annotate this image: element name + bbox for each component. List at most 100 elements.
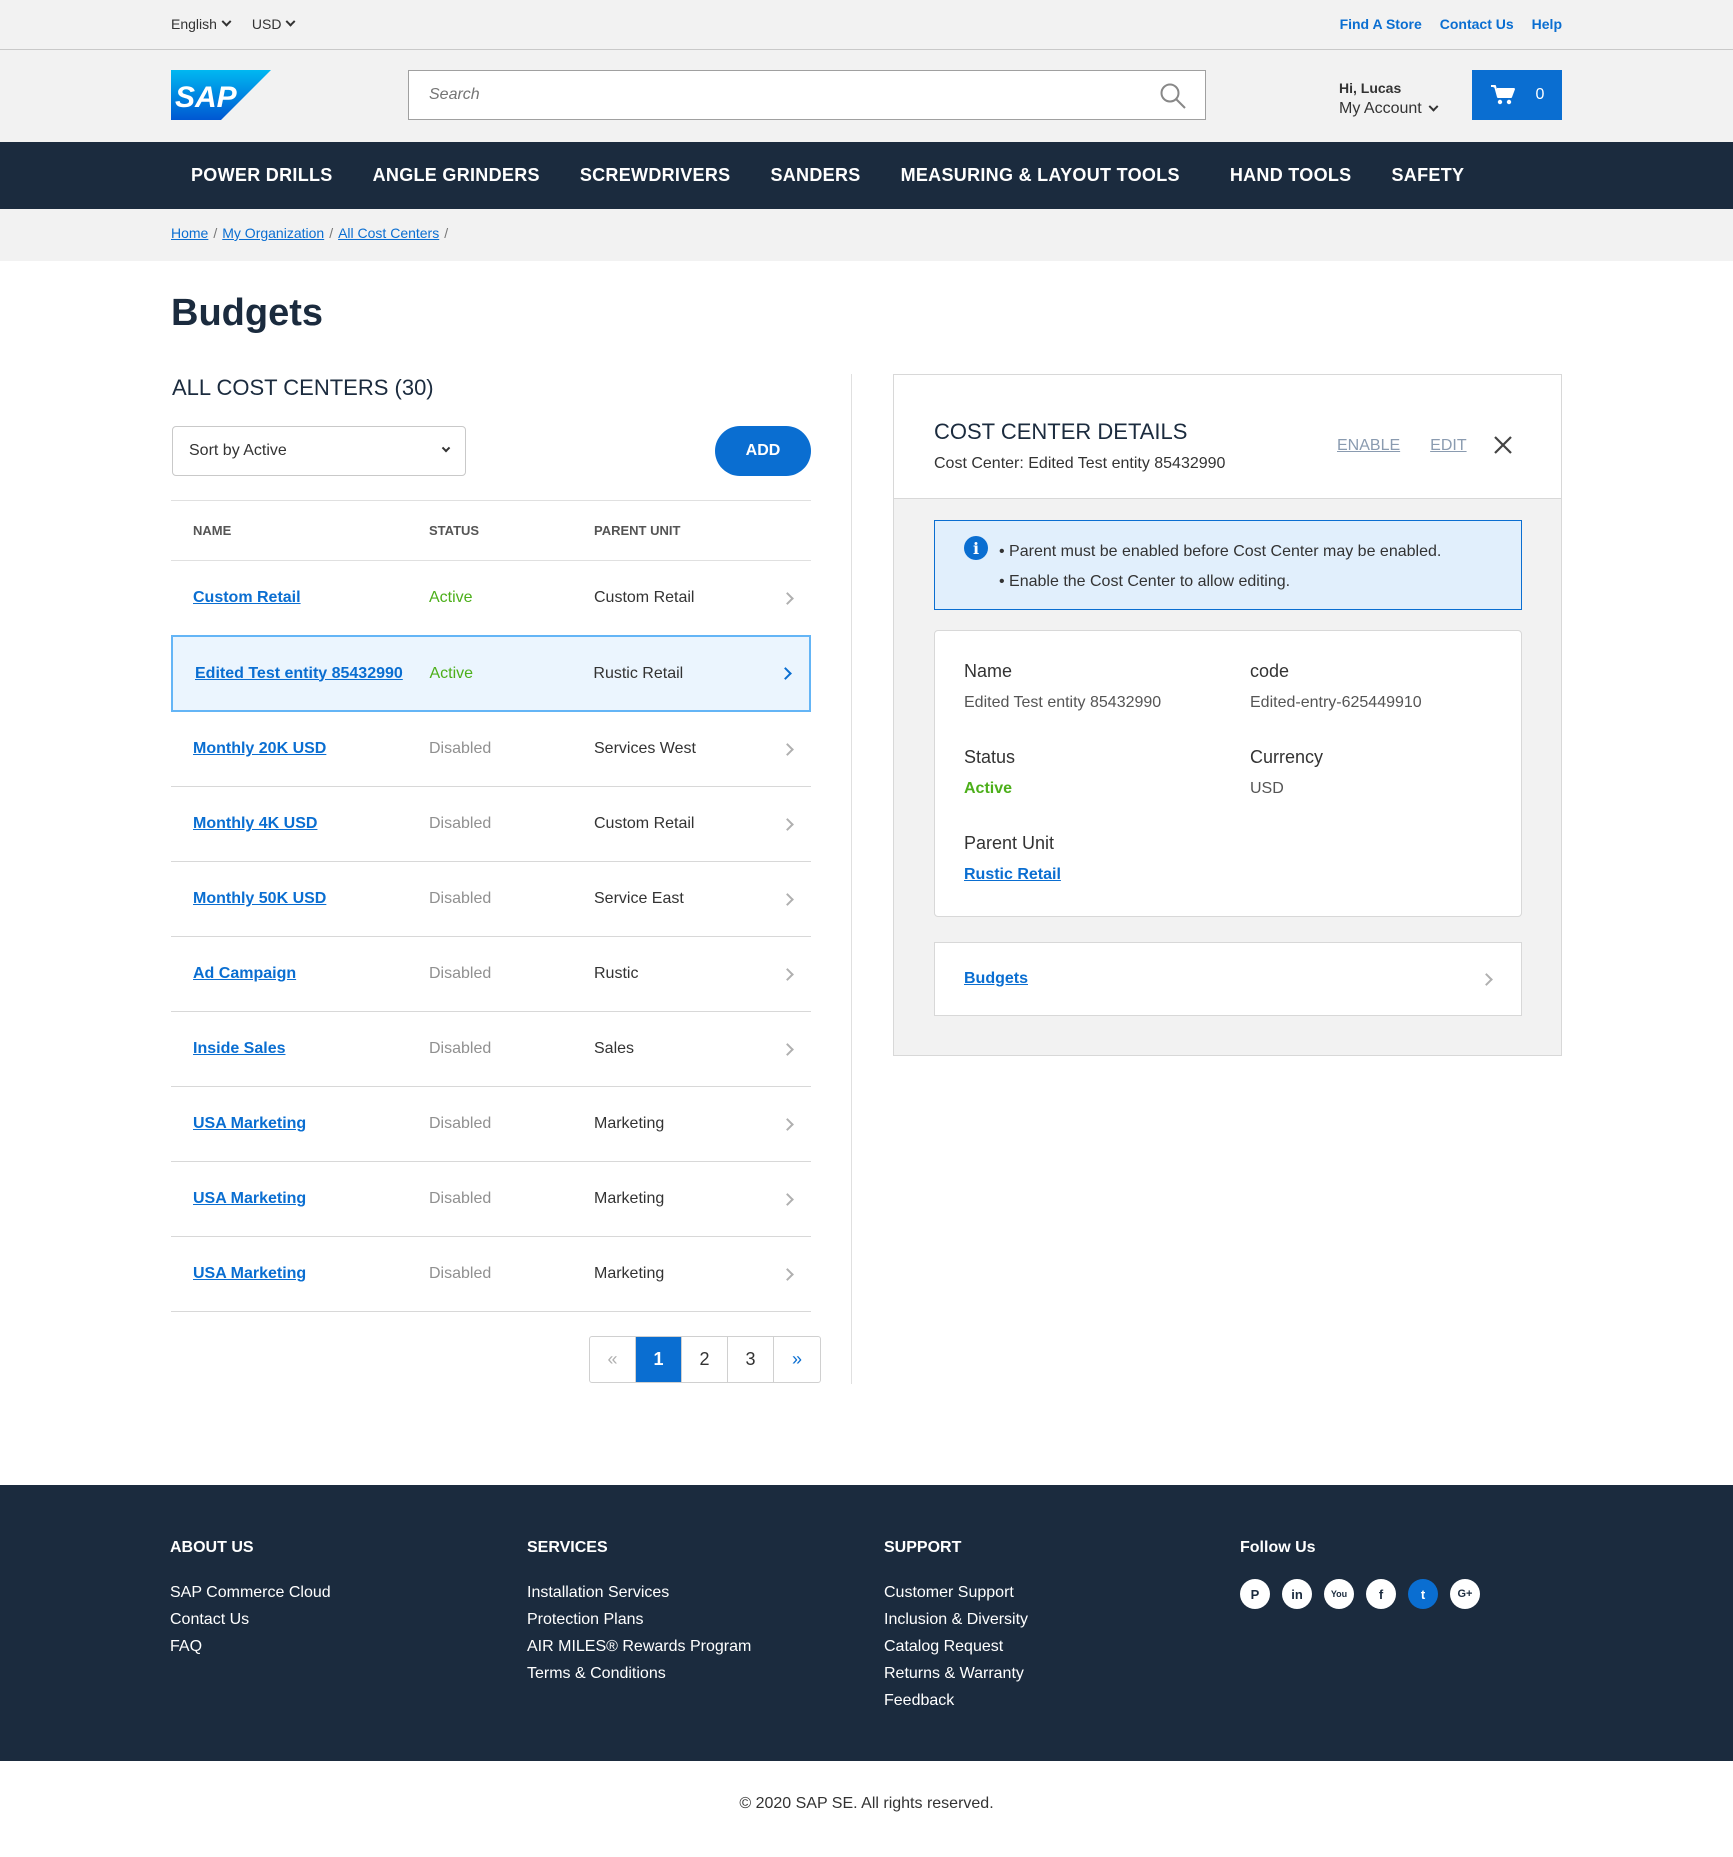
parent-unit-text: Rustic Retail [593,664,684,682]
nav-power-drills[interactable]: POWER DRILLS [171,165,353,186]
cart-count: 0 [1535,86,1545,103]
table-row[interactable]: Ad Campaign Disabled Rustic [171,937,811,1012]
chevron-right-icon [781,892,794,906]
copyright: © 2020 SAP SE. All rights reserved. [739,1795,994,1812]
table-header: NAME STATUS PARENT UNIT [171,500,811,561]
cost-center-link[interactable]: Edited Test entity 85432990 [195,665,403,682]
table-row[interactable]: Monthly 4K USD Disabled Custom Retail [171,787,811,862]
footer-link[interactable]: Installation Services [527,1579,751,1606]
find-store-link[interactable]: Find A Store [1340,16,1422,32]
footer-about: ABOUT US SAP Commerce Cloud Contact Us F… [170,1539,331,1660]
my-account-label: My Account [1339,100,1422,117]
parent-unit-text: Custom Retail [594,589,695,606]
parent-unit-link[interactable]: Rustic Retail [964,866,1061,884]
chevron-right-icon [781,1042,794,1056]
pagination-page-3[interactable]: 3 [728,1337,774,1382]
column-divider [851,374,852,1384]
chevron-down-icon [221,16,232,27]
language-selector[interactable]: English [171,16,232,32]
column-status[interactable]: STATUS [429,523,594,538]
chevron-right-icon [781,742,794,756]
status-text: Disabled [429,965,492,982]
search-input[interactable] [409,71,1205,119]
cart-button[interactable]: 0 [1472,70,1562,120]
footer-link[interactable]: AIR MILES® Rewards Program [527,1633,751,1660]
table-row[interactable]: Inside Sales Disabled Sales [171,1012,811,1087]
cost-center-link[interactable]: Custom Retail [193,589,301,606]
pagination-prev[interactable]: « [590,1337,636,1382]
footer-link[interactable]: Catalog Request [884,1633,1028,1660]
add-button[interactable]: ADD [715,426,811,476]
facebook-icon[interactable]: f [1366,1579,1396,1609]
cost-center-link[interactable]: USA Marketing [193,1265,306,1282]
cost-center-link[interactable]: Ad Campaign [193,965,296,982]
column-parent-unit[interactable]: PARENT UNIT [594,523,764,538]
youtube-icon[interactable]: You [1324,1579,1354,1609]
cost-center-link[interactable]: Inside Sales [193,1040,286,1057]
info-icon: i [964,536,988,560]
sort-select[interactable]: Sort by Active [172,426,466,476]
cost-center-link[interactable]: USA Marketing [193,1190,306,1207]
pagination-next[interactable]: » [774,1337,820,1382]
status-text: Disabled [429,1115,492,1132]
nav-measuring-layout-tools[interactable]: MEASURING & LAYOUT TOOLS [881,165,1210,186]
budgets-link-row[interactable]: Budgets [934,942,1522,1016]
table-row[interactable]: Monthly 20K USD Disabled Services West [171,712,811,787]
cost-center-link[interactable]: Monthly 20K USD [193,740,326,757]
cost-center-link[interactable]: USA Marketing [193,1115,306,1132]
footer-link[interactable]: Returns & Warranty [884,1660,1028,1687]
footer-link[interactable]: Contact Us [170,1606,331,1633]
edit-button[interactable]: EDIT [1430,437,1466,455]
close-icon[interactable] [1491,433,1515,457]
table-row[interactable]: USA Marketing Disabled Marketing [171,1162,811,1237]
table-row[interactable]: Edited Test entity 85432990 Active Rustic … [171,635,811,712]
chevron-right-icon [1480,972,1493,986]
pagination-page-1[interactable]: 1 [636,1337,682,1382]
footer-heading: SUPPORT [884,1539,962,1556]
footer-link[interactable]: Protection Plans [527,1606,751,1633]
budgets-link[interactable]: Budgets [964,970,1028,988]
breadcrumb-all-cost-centers[interactable]: All Cost Centers [338,225,439,241]
breadcrumb-home[interactable]: Home [171,225,208,241]
footer-support: SUPPORT Customer Support Inclusion & Div… [884,1539,1028,1714]
pagination-page-2[interactable]: 2 [682,1337,728,1382]
table-row[interactable]: Monthly 50K USD Disabled Service East [171,862,811,937]
footer-link[interactable]: SAP Commerce Cloud [170,1579,331,1606]
parent-unit-text: Marketing [594,1190,665,1207]
utility-bar: English USD Find A Store Contact Us Help [0,0,1733,50]
nav-sanders[interactable]: SANDERS [750,165,880,186]
parent-unit-text: Sales [594,1040,635,1057]
status-text: Active [429,664,474,682]
footer-link[interactable]: Customer Support [884,1579,1028,1606]
cost-center-link[interactable]: Monthly 50K USD [193,890,326,907]
pinterest-icon[interactable]: P [1240,1579,1270,1609]
field-code: code Edited-entry-625449910 [1250,661,1422,711]
footer-link[interactable]: Feedback [884,1687,1028,1714]
search-icon[interactable] [1159,82,1187,110]
nav-angle-grinders[interactable]: ANGLE GRINDERS [353,165,560,186]
nav-screwdrivers[interactable]: SCREWDRIVERS [560,165,751,186]
google-plus-icon[interactable]: G+ [1450,1579,1480,1609]
table-row[interactable]: Custom Retail Active Custom Retail [171,561,811,636]
footer-link[interactable]: FAQ [170,1633,331,1660]
linkedin-icon[interactable]: in [1282,1579,1312,1609]
footer-link[interactable]: Terms & Conditions [527,1660,751,1687]
contact-us-link[interactable]: Contact Us [1440,16,1514,32]
chevron-right-icon [781,817,794,831]
breadcrumb-my-organization[interactable]: My Organization [222,225,324,241]
cost-center-link[interactable]: Monthly 4K USD [193,815,317,832]
main-nav: POWER DRILLS ANGLE GRINDERS SCREWDRIVERS… [0,142,1733,209]
nav-safety[interactable]: SAFETY [1371,165,1484,186]
nav-hand-tools[interactable]: HAND TOOLS [1210,165,1372,186]
footer-link[interactable]: Inclusion & Diversity [884,1606,1028,1633]
column-name[interactable]: NAME [171,523,429,538]
site-header: SAP Hi, Lucas My Account 0 [0,50,1733,142]
table-row[interactable]: USA Marketing Disabled Marketing [171,1087,811,1162]
currency-selector[interactable]: USD [252,16,296,32]
twitter-icon[interactable]: t [1408,1579,1438,1609]
enable-button[interactable]: ENABLE [1337,437,1400,455]
sap-logo[interactable]: SAP [171,70,271,120]
help-link[interactable]: Help [1532,16,1562,32]
account-menu[interactable]: Hi, Lucas My Account [1339,80,1439,118]
table-row[interactable]: USA Marketing Disabled Marketing [171,1237,811,1312]
